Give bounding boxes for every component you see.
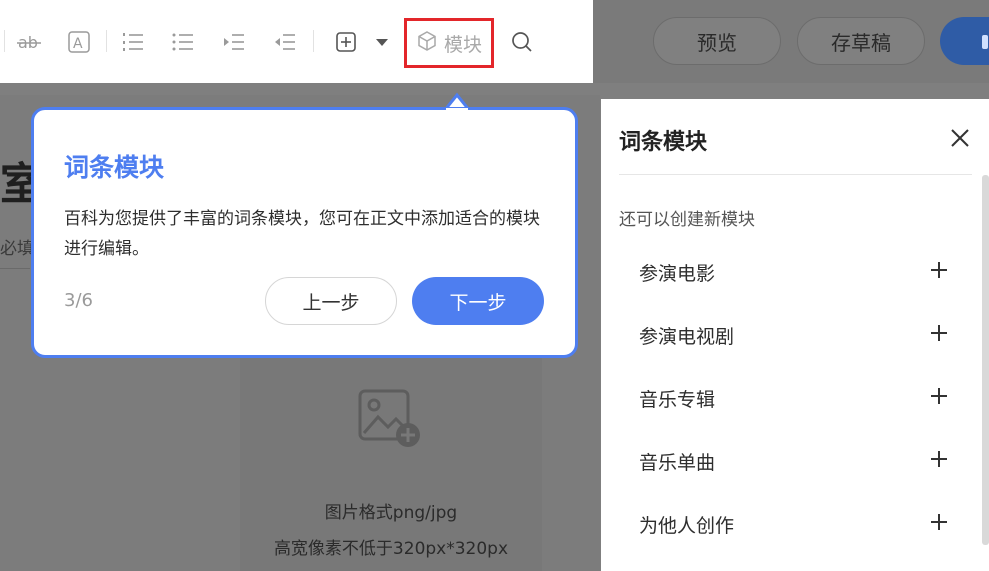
panel-title: 词条模块	[619, 130, 708, 155]
dropdown-caret-icon[interactable]	[372, 28, 392, 56]
search-icon[interactable]	[509, 28, 535, 56]
plus-icon[interactable]	[929, 386, 949, 410]
panel-divider	[619, 174, 972, 175]
guide-step-indicator: 3/6	[64, 290, 93, 311]
prev-step-button[interactable]: 上一步	[265, 277, 397, 325]
required-hint: 必填	[0, 239, 34, 259]
ordered-list-icon[interactable]	[120, 28, 146, 56]
panel-subtitle: 还可以创建新模块	[619, 210, 755, 230]
guide-title: 词条模块	[64, 153, 165, 182]
header-actions: 预览 存草稿	[593, 0, 989, 83]
module-button-label: 模块	[443, 33, 482, 56]
plus-icon[interactable]	[929, 449, 949, 473]
cube-icon	[416, 30, 438, 57]
svg-text:A: A	[73, 36, 83, 52]
publish-icon	[982, 35, 988, 49]
module-item[interactable]: 参演电视剧	[639, 315, 949, 355]
guide-popover: 词条模块 百科为您提供了丰富的词条模块，您可在正文中添加适合的模块进行编辑。 3…	[31, 107, 578, 358]
divider	[0, 268, 30, 269]
module-item-label: 音乐专辑	[639, 388, 716, 411]
plus-icon[interactable]	[929, 260, 949, 284]
image-upload-area[interactable]: 图片格式png/jpg 高宽像素不低于320px*320px	[240, 355, 542, 571]
close-icon[interactable]	[949, 127, 971, 153]
module-item-label: 参演电影	[639, 262, 716, 285]
editor-toolbar: ab A 模块	[0, 0, 593, 83]
upload-format-hint: 图片格式png/jpg	[324, 503, 458, 523]
strikethrough-icon[interactable]: ab	[16, 28, 42, 56]
save-draft-button[interactable]: 存草稿	[797, 17, 925, 65]
module-panel: 词条模块 还可以创建新模块 参演电影 参演电视剧 音乐专辑 音乐单曲 为他人创作	[601, 99, 989, 571]
module-button[interactable]: 模块	[404, 18, 494, 68]
toolbar-divider	[106, 30, 107, 52]
insert-plus-icon[interactable]	[333, 28, 359, 56]
outdent-icon[interactable]	[272, 28, 298, 56]
plus-icon[interactable]	[929, 323, 949, 347]
module-item-label: 音乐单曲	[639, 451, 716, 474]
next-step-button[interactable]: 下一步	[412, 277, 544, 325]
toolbar-divider	[4, 30, 5, 52]
upload-size-hint: 高宽像素不低于320px*320px	[273, 539, 509, 559]
module-item[interactable]: 为他人创作	[639, 504, 949, 544]
module-item[interactable]: 音乐单曲	[639, 441, 949, 481]
bullet-list-icon[interactable]	[170, 28, 196, 56]
panel-scrollbar[interactable]	[982, 175, 989, 545]
toolbar-divider	[313, 30, 314, 52]
preview-button[interactable]: 预览	[653, 17, 781, 65]
popover-arrow-joint	[446, 108, 468, 112]
plus-icon[interactable]	[929, 512, 949, 536]
module-item-label: 参演电视剧	[639, 325, 735, 348]
add-image-icon	[358, 389, 422, 453]
module-item[interactable]: 参演电影	[639, 252, 949, 292]
module-item[interactable]: 音乐专辑	[639, 378, 949, 418]
text-box-icon[interactable]: A	[66, 28, 92, 56]
publish-button[interactable]	[940, 17, 989, 65]
module-item-label: 为他人创作	[639, 514, 735, 537]
indent-icon[interactable]	[221, 28, 247, 56]
guide-description: 百科为您提供了丰富的词条模块，您可在正文中添加适合的模块进行编辑。	[64, 209, 540, 259]
